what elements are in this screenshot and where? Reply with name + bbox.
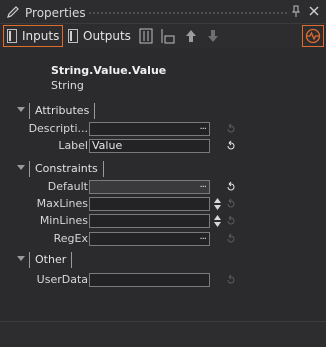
reset-icon[interactable] (225, 122, 237, 136)
regex-field[interactable]: ... (89, 231, 210, 246)
reset-icon[interactable] (225, 197, 237, 211)
toolbar: Inputs Outputs (0, 24, 326, 48)
monitor-icon (305, 28, 321, 44)
group-label: Other (29, 252, 73, 268)
pencil-icon (7, 6, 19, 18)
outputs-label: Outputs (83, 29, 131, 43)
inputs-icon (7, 29, 17, 43)
prop-label: Default (47, 180, 88, 193)
reset-icon[interactable] (225, 214, 237, 228)
browse-button[interactable]: ... (199, 121, 206, 132)
browse-button[interactable]: ... (199, 179, 206, 190)
userdata-field[interactable] (89, 273, 210, 287)
pin-icon[interactable] (291, 5, 301, 19)
collapse-arrow-icon[interactable] (17, 256, 25, 261)
drag-handle[interactable] (88, 11, 288, 15)
prop-label: MinLines (39, 214, 88, 227)
node-name: String.Value.Value (51, 64, 167, 77)
group-attributes[interactable]: Attributes (0, 103, 326, 119)
node-type: String (51, 79, 84, 92)
label-field[interactable]: Value (89, 139, 210, 153)
reset-icon[interactable] (225, 232, 237, 246)
prop-regex: RegEx ... (0, 231, 326, 246)
collapse-arrow-icon[interactable] (17, 165, 25, 170)
close-icon[interactable] (307, 4, 321, 18)
description-field[interactable]: ... (89, 121, 210, 136)
maxlines-field[interactable] (89, 197, 210, 211)
properties-panel: String.Value.Value String Attributes Des… (0, 48, 326, 321)
prop-label: Label (58, 139, 88, 152)
columns-icon[interactable] (137, 27, 155, 45)
layout-icon[interactable] (159, 27, 177, 45)
browse-button[interactable]: ... (199, 231, 206, 242)
minlines-field[interactable] (89, 214, 210, 228)
monitor-button[interactable] (302, 25, 324, 47)
group-label: Attributes (29, 103, 96, 119)
collapse-arrow-icon[interactable] (17, 107, 25, 112)
inputs-label: Inputs (22, 29, 60, 43)
prop-label: Descripti... (28, 122, 88, 135)
outputs-icon (68, 29, 78, 43)
window-title: Properties (25, 6, 86, 20)
reset-icon[interactable] (225, 139, 237, 153)
prop-label: RegEx (53, 232, 88, 245)
status-bar (0, 322, 326, 347)
field-value: Value (92, 139, 123, 152)
arrow-up-icon[interactable] (182, 27, 200, 45)
spinner-icon[interactable] (213, 197, 222, 211)
prop-description: Descripti... ... (0, 121, 326, 136)
default-field[interactable]: ... (89, 179, 210, 194)
group-other[interactable]: Other (0, 252, 326, 268)
prop-userdata: UserData (0, 273, 326, 287)
reset-icon[interactable] (225, 273, 237, 287)
prop-minlines: MinLines (0, 214, 326, 228)
prop-default: Default ... (0, 179, 326, 194)
inputs-tab[interactable]: Inputs (3, 25, 63, 47)
spinner-icon[interactable] (213, 214, 222, 228)
group-constraints[interactable]: Constraints (0, 161, 326, 177)
arrow-down-icon[interactable] (204, 27, 222, 45)
reset-icon[interactable] (225, 180, 237, 194)
outputs-tab[interactable]: Outputs (66, 25, 132, 47)
group-label: Constraints (29, 161, 104, 177)
prop-label: UserData (36, 273, 88, 286)
prop-label: MaxLines (36, 197, 88, 210)
prop-label-row: Label Value (0, 139, 326, 153)
prop-maxlines: MaxLines (0, 197, 326, 211)
title-bar: Properties (0, 0, 326, 24)
